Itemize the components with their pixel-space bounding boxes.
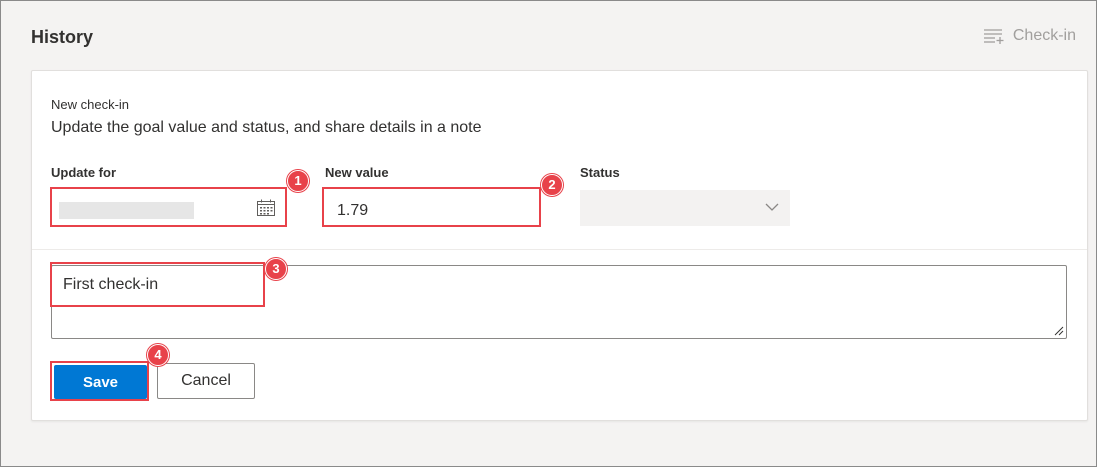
chevron-down-icon xyxy=(765,203,779,211)
card-subtitle: New check-in xyxy=(51,97,130,112)
callout-badge-4: 4 xyxy=(147,344,169,366)
add-list-icon xyxy=(983,28,1004,44)
callout-box-2 xyxy=(322,187,541,227)
status-dropdown[interactable] xyxy=(580,190,790,226)
check-in-button[interactable]: Check-in xyxy=(983,27,1076,45)
card-description: Update the goal value and status, and sh… xyxy=(51,119,482,136)
history-panel: History Check-in New check-in Update the… xyxy=(0,0,1097,467)
callout-box-4 xyxy=(50,361,149,401)
cancel-button[interactable]: Cancel xyxy=(157,363,255,399)
callout-badge-1: 1 xyxy=(287,170,309,192)
page-title: History xyxy=(31,27,94,47)
resize-handle-icon[interactable] xyxy=(1054,326,1064,336)
new-value-label: New value xyxy=(325,165,389,180)
status-label: Status xyxy=(580,165,620,180)
new-check-in-card: New check-in Update the goal value and s… xyxy=(31,70,1088,421)
update-for-label: Update for xyxy=(51,165,116,180)
section-divider xyxy=(32,249,1087,250)
callout-box-1 xyxy=(50,187,287,227)
callout-box-3 xyxy=(50,262,265,307)
callout-badge-2: 2 xyxy=(541,174,563,196)
callout-badge-3: 3 xyxy=(265,258,287,280)
check-in-label: Check-in xyxy=(1012,27,1076,44)
